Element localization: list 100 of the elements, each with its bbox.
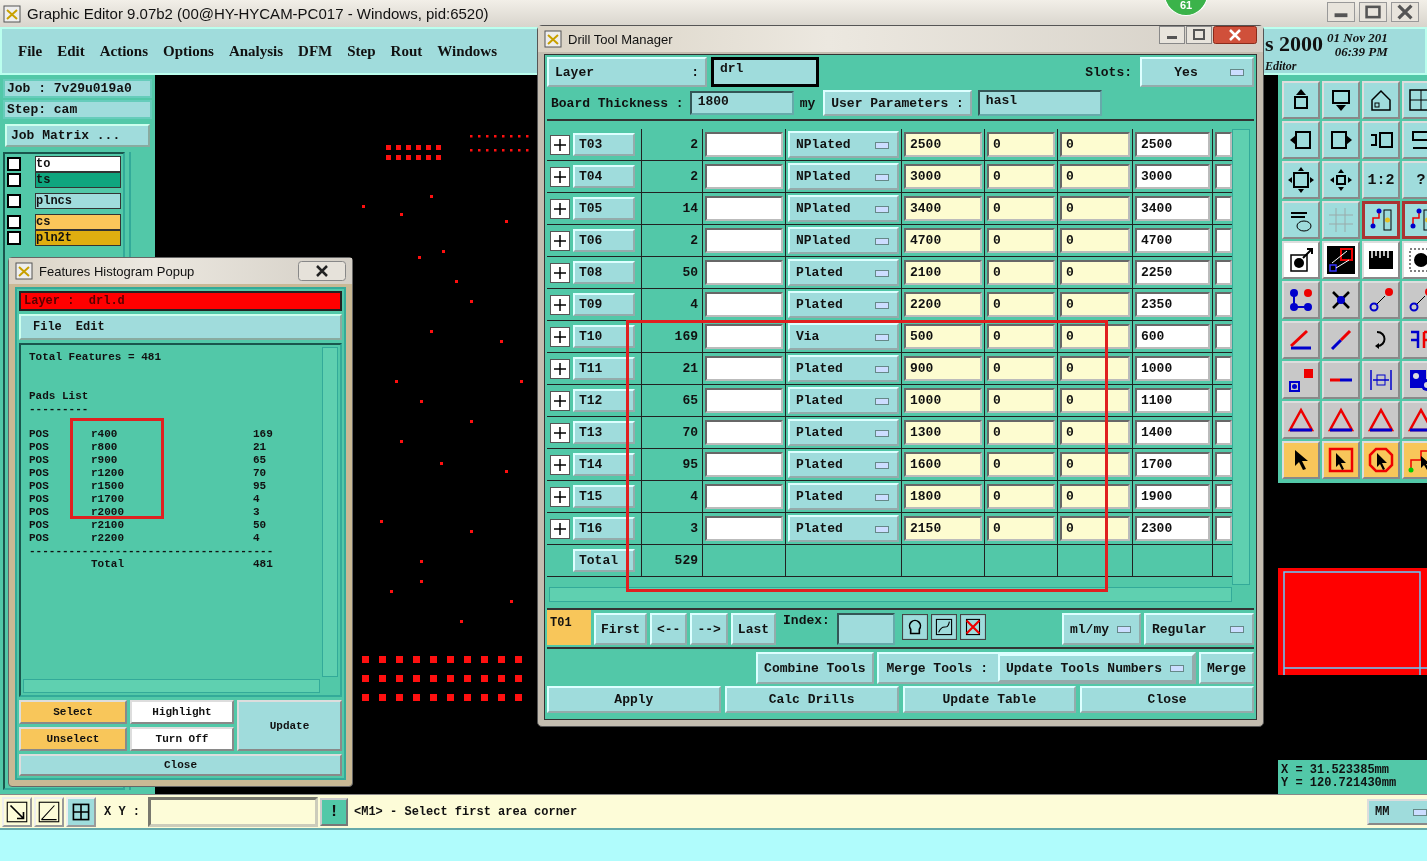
tool-button[interactable]: T12 <box>573 389 635 412</box>
input-field[interactable]: 1700 <box>1135 452 1210 477</box>
input-field[interactable] <box>705 324 783 349</box>
maximize-icon[interactable] <box>1186 26 1212 44</box>
minimize-icon[interactable] <box>1159 26 1185 44</box>
input-field[interactable] <box>705 196 783 221</box>
input-field[interactable]: 0 <box>1060 164 1130 189</box>
layer-checkbox[interactable] <box>7 194 21 208</box>
action-button[interactable]: Close <box>1080 686 1254 713</box>
input-field[interactable]: 1400 <box>1135 420 1210 445</box>
input-field[interactable] <box>705 484 783 509</box>
action-button[interactable]: Select <box>19 700 127 724</box>
layer-item[interactable]: plncs <box>35 193 121 209</box>
input-field[interactable]: 1900 <box>1135 484 1210 509</box>
merge-option-dropdown[interactable]: Update Tools Numbers <box>997 654 1194 682</box>
expand-icon[interactable] <box>550 358 570 379</box>
input-field[interactable] <box>705 516 783 541</box>
type-dropdown[interactable]: NPlated <box>788 195 899 222</box>
expand-icon[interactable] <box>550 518 570 539</box>
units-dropdown[interactable]: ml/my <box>1062 613 1141 645</box>
input-field[interactable] <box>705 228 783 253</box>
input-field[interactable] <box>1215 388 1232 413</box>
input-field[interactable]: 1600 <box>904 452 982 477</box>
delete-icon[interactable] <box>959 613 986 641</box>
thickness-field[interactable]: 1800 <box>689 91 794 115</box>
input-field[interactable]: 4700 <box>1135 228 1210 253</box>
type-dropdown[interactable]: Plated <box>788 387 899 414</box>
layer-field[interactable]: drl <box>711 57 819 87</box>
input-field[interactable]: 600 <box>1135 324 1210 349</box>
input-field[interactable]: 0 <box>987 260 1055 285</box>
input-field[interactable] <box>705 292 783 317</box>
input-field[interactable]: 2250 <box>1135 260 1210 285</box>
input-field[interactable]: 0 <box>987 356 1055 381</box>
menu-item[interactable]: Windows <box>435 42 506 60</box>
input-field[interactable]: 0 <box>987 388 1055 413</box>
type-dropdown[interactable]: Via <box>788 323 899 350</box>
input-field[interactable]: 0 <box>987 164 1055 189</box>
scrollbar[interactable] <box>23 679 320 693</box>
layer-checkbox[interactable] <box>7 215 21 229</box>
input-field[interactable]: 0 <box>987 292 1055 317</box>
tool-button[interactable]: T04 <box>573 165 635 188</box>
layer-button[interactable]: Layer : <box>547 57 707 87</box>
tool-button[interactable]: T05 <box>573 197 635 220</box>
type-dropdown[interactable]: Plated <box>788 259 899 286</box>
input-field[interactable]: 0 <box>1060 388 1130 413</box>
input-field[interactable]: 2300 <box>1135 516 1210 541</box>
action-button[interactable]: Unselect <box>19 727 127 751</box>
tool-button[interactable]: T11 <box>573 357 635 380</box>
input-field[interactable]: 0 <box>987 420 1055 445</box>
input-field[interactable]: 2500 <box>904 132 982 157</box>
navigation-button[interactable]: --> <box>690 613 728 645</box>
expand-icon[interactable] <box>550 230 570 251</box>
toolbar-button[interactable]: ? <box>1402 161 1427 199</box>
input-field[interactable]: 0 <box>1060 260 1130 285</box>
action-button[interactable]: Apply <box>547 686 721 713</box>
layer-checkbox[interactable] <box>7 157 21 171</box>
user-parameters-field[interactable]: hasl <box>977 90 1102 116</box>
index-field[interactable] <box>836 613 895 645</box>
tool-button[interactable]: T16 <box>573 517 635 540</box>
total-button[interactable]: Total <box>573 549 635 572</box>
menu-item[interactable]: Step <box>345 42 385 60</box>
type-dropdown[interactable]: Plated <box>788 419 899 446</box>
input-field[interactable]: 2150 <box>904 516 982 541</box>
expand-icon[interactable] <box>550 486 570 507</box>
input-field[interactable] <box>1215 452 1232 477</box>
combine-tools-button[interactable]: Combine Tools <box>756 652 874 684</box>
type-dropdown[interactable]: Plated <box>788 355 899 382</box>
tool-button[interactable]: T10 <box>573 325 635 348</box>
expand-icon[interactable] <box>550 262 570 283</box>
input-field[interactable] <box>1215 196 1232 221</box>
mode-dropdown[interactable]: Regular <box>1144 613 1254 645</box>
input-field[interactable]: 900 <box>904 356 982 381</box>
toolbar-button[interactable] <box>1362 201 1400 239</box>
input-field[interactable]: 0 <box>987 452 1055 477</box>
expand-icon[interactable] <box>550 166 570 187</box>
input-field[interactable]: 0 <box>1060 516 1130 541</box>
expand-icon[interactable] <box>550 454 570 475</box>
menu-item[interactable]: Edit <box>75 320 105 334</box>
input-field[interactable]: 3400 <box>1135 196 1210 221</box>
xy-input-field[interactable] <box>148 796 318 827</box>
close-icon[interactable] <box>298 261 346 281</box>
layer-item[interactable]: pln2t <box>35 230 121 246</box>
expand-icon[interactable] <box>550 390 570 411</box>
input-field[interactable]: 0 <box>987 516 1055 541</box>
input-field[interactable] <box>1215 324 1232 349</box>
menu-item[interactable]: Rout <box>388 42 432 60</box>
update-button[interactable]: Update <box>237 700 342 751</box>
type-dropdown[interactable]: NPlated <box>788 131 899 158</box>
input-field[interactable]: 2200 <box>904 292 982 317</box>
input-field[interactable]: 0 <box>1060 420 1130 445</box>
input-field[interactable]: 500 <box>904 324 982 349</box>
angle-icon[interactable] <box>34 796 64 827</box>
expand-icon[interactable] <box>550 198 570 219</box>
job-matrix-button[interactable]: Job Matrix ... <box>5 124 150 147</box>
tool-button[interactable]: T13 <box>573 421 635 444</box>
expand-icon[interactable] <box>550 422 570 443</box>
menu-item[interactable]: Options <box>161 42 223 60</box>
layer-item[interactable]: ts <box>35 172 121 188</box>
tool-button[interactable]: T15 <box>573 485 635 508</box>
input-field[interactable]: 0 <box>1060 132 1130 157</box>
